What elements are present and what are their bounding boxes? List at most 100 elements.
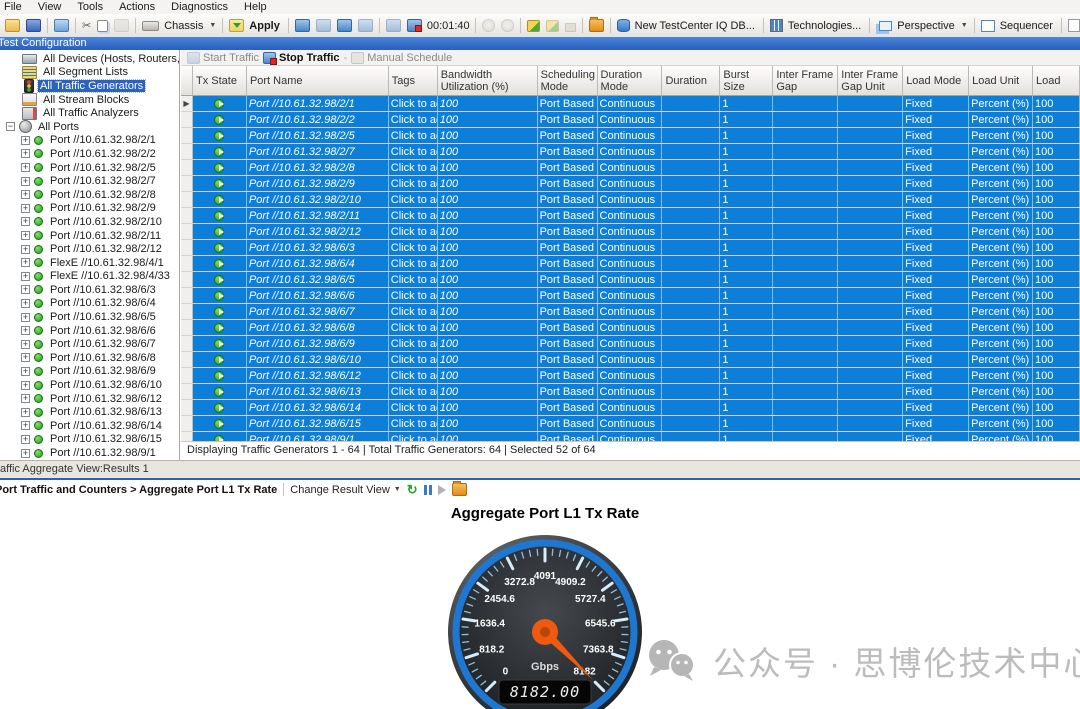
bandwidth-cell[interactable]: 100 (438, 384, 538, 399)
sidebar-port-item[interactable]: +Port //10.61.32.98/2/2 (0, 147, 179, 161)
duration-cell[interactable] (662, 416, 720, 431)
load-cell[interactable]: 100 (1033, 240, 1080, 255)
scheduling-mode-cell[interactable]: Port Based (538, 288, 598, 303)
port-name-cell[interactable]: Port //10.61.32.98/6/13 (247, 384, 389, 399)
sidebar-port-item[interactable]: +Port //10.61.32.98/6/6 (0, 324, 179, 338)
sidebar-port-item[interactable]: +Port //10.61.32.98/2/8 (0, 188, 179, 202)
load-cell[interactable]: 100 (1033, 208, 1080, 223)
load-cell[interactable]: 100 (1033, 160, 1080, 175)
inter-frame-gap-cell[interactable] (773, 112, 838, 127)
bandwidth-cell[interactable]: 100 (438, 304, 538, 319)
duration-mode-cell[interactable]: Continuous (598, 224, 663, 239)
load-mode-cell[interactable]: Fixed (903, 320, 969, 335)
new-iq-db-button[interactable]: New TestCenter IQ DB... (614, 18, 760, 33)
duration-mode-cell[interactable]: Continuous (598, 336, 663, 351)
bandwidth-cell[interactable]: 100 (438, 192, 538, 207)
inter-frame-gap-unit-cell[interactable] (838, 224, 903, 239)
scheduling-mode-cell[interactable]: Port Based (538, 336, 598, 351)
sidebar-port-item[interactable]: +Port //10.61.32.98/6/4 (0, 297, 179, 311)
load-unit-cell[interactable]: Percent (%) (969, 304, 1033, 319)
duration-cell[interactable] (662, 368, 720, 383)
tags-cell[interactable]: Click to ad... (389, 192, 438, 207)
load-unit-cell[interactable]: Percent (%) (969, 208, 1033, 223)
burst-size-cell[interactable]: 1 (720, 192, 773, 207)
scheduling-mode-cell[interactable]: Port Based (538, 256, 598, 271)
duration-mode-cell[interactable]: Continuous (598, 128, 663, 143)
link-button[interactable] (479, 18, 498, 33)
bandwidth-cell[interactable]: 100 (438, 144, 538, 159)
folder-icon[interactable] (452, 483, 467, 496)
load-cell[interactable]: 100 (1033, 256, 1080, 271)
expand-icon[interactable]: + (21, 149, 30, 158)
sidebar-port-item[interactable]: +Port //10.61.32.98/2/12 (0, 242, 179, 256)
table-row[interactable]: Port //10.61.32.98/6/3Click to ad...100P… (181, 240, 1080, 256)
tags-cell[interactable]: Click to ad... (389, 96, 438, 111)
row-selector[interactable] (181, 384, 193, 399)
row-selector[interactable] (181, 400, 193, 415)
collapse-icon[interactable]: − (6, 122, 15, 131)
menu-diagnostics[interactable]: Diagnostics (163, 0, 236, 14)
expand-icon[interactable]: + (21, 272, 30, 281)
inter-frame-gap-cell[interactable] (773, 208, 838, 223)
burst-size-cell[interactable]: 1 (720, 96, 773, 111)
burst-size-cell[interactable]: 1 (720, 240, 773, 255)
sidebar-item-all-ports[interactable]: −All Ports (0, 120, 179, 134)
sequencer-button[interactable]: Sequencer (978, 19, 1058, 33)
table-row[interactable]: Port //10.61.32.98/6/4Click to ad...100P… (181, 256, 1080, 272)
port-name-cell[interactable]: Port //10.61.32.98/6/3 (247, 240, 389, 255)
tags-cell[interactable]: Click to ad... (389, 128, 438, 143)
bandwidth-cell[interactable]: 100 (438, 352, 538, 367)
burst-size-cell[interactable]: 1 (720, 304, 773, 319)
duration-cell[interactable] (662, 224, 720, 239)
inter-frame-gap-cell[interactable] (773, 272, 838, 287)
bandwidth-cell[interactable]: 100 (438, 112, 538, 127)
table-row[interactable]: Port //10.61.32.98/2/11Click to ad...100… (181, 208, 1080, 224)
load-unit-cell[interactable]: Percent (%) (969, 416, 1033, 431)
port-name-cell[interactable]: Port //10.61.32.98/2/12 (247, 224, 389, 239)
duration-cell[interactable] (662, 304, 720, 319)
inter-frame-gap-unit-cell[interactable] (838, 352, 903, 367)
load-mode-cell[interactable]: Fixed (903, 224, 969, 239)
load-unit-cell[interactable]: Percent (%) (969, 192, 1033, 207)
column-header-selector[interactable] (181, 66, 193, 95)
tags-cell[interactable]: Click to ad... (389, 208, 438, 223)
scheduling-mode-cell[interactable]: Port Based (538, 272, 598, 287)
duration-cell[interactable] (662, 144, 720, 159)
expand-icon[interactable]: + (21, 136, 30, 145)
expand-icon[interactable]: + (21, 353, 30, 362)
expand-icon[interactable]: + (21, 326, 30, 335)
cut-button[interactable]: ✂ (79, 18, 94, 33)
inter-frame-gap-unit-cell[interactable] (838, 208, 903, 223)
perspective-button[interactable]: Perspective▼ (873, 19, 970, 33)
scheduling-mode-cell[interactable]: Port Based (538, 368, 598, 383)
duration-mode-cell[interactable]: Continuous (598, 368, 663, 383)
load-cell[interactable]: 100 (1033, 320, 1080, 335)
sidebar-port-item[interactable]: +Port //10.61.32.98/6/9 (0, 365, 179, 379)
menu-actions[interactable]: Actions (111, 0, 163, 14)
load-cell[interactable]: 100 (1033, 336, 1080, 351)
paste-button[interactable] (111, 18, 132, 33)
scheduling-mode-cell[interactable]: Port Based (538, 144, 598, 159)
table-row[interactable]: Port //10.61.32.98/2/10Click to ad...100… (181, 192, 1080, 208)
chassis-button[interactable]: Chassis▼ (139, 19, 219, 33)
sidebar-port-item[interactable]: +Port //10.61.32.98/6/13 (0, 405, 179, 419)
duration-mode-cell[interactable]: Continuous (598, 144, 663, 159)
apply-button[interactable]: Apply (226, 18, 285, 33)
load-unit-cell[interactable]: Percent (%) (969, 160, 1033, 175)
inter-frame-gap-cell[interactable] (773, 336, 838, 351)
inter-frame-gap-cell[interactable] (773, 400, 838, 415)
load-unit-cell[interactable]: Percent (%) (969, 144, 1033, 159)
load-mode-cell[interactable]: Fixed (903, 384, 969, 399)
load-unit-cell[interactable]: Percent (%) (969, 352, 1033, 367)
table-row[interactable]: Port //10.61.32.98/6/5Click to ad...100P… (181, 272, 1080, 288)
duration-cell[interactable] (662, 336, 720, 351)
scheduling-mode-cell[interactable]: Port Based (538, 416, 598, 431)
burst-size-cell[interactable]: 1 (720, 112, 773, 127)
burst-size-cell[interactable]: 1 (720, 336, 773, 351)
port-name-cell[interactable]: Port //10.61.32.98/2/8 (247, 160, 389, 175)
tags-cell[interactable]: Click to ad... (389, 256, 438, 271)
sidebar-port-item[interactable]: +Port //10.61.32.98/2/7 (0, 174, 179, 188)
load-unit-cell[interactable]: Percent (%) (969, 224, 1033, 239)
row-selector[interactable] (181, 160, 193, 175)
menu-file[interactable]: File (0, 0, 30, 14)
